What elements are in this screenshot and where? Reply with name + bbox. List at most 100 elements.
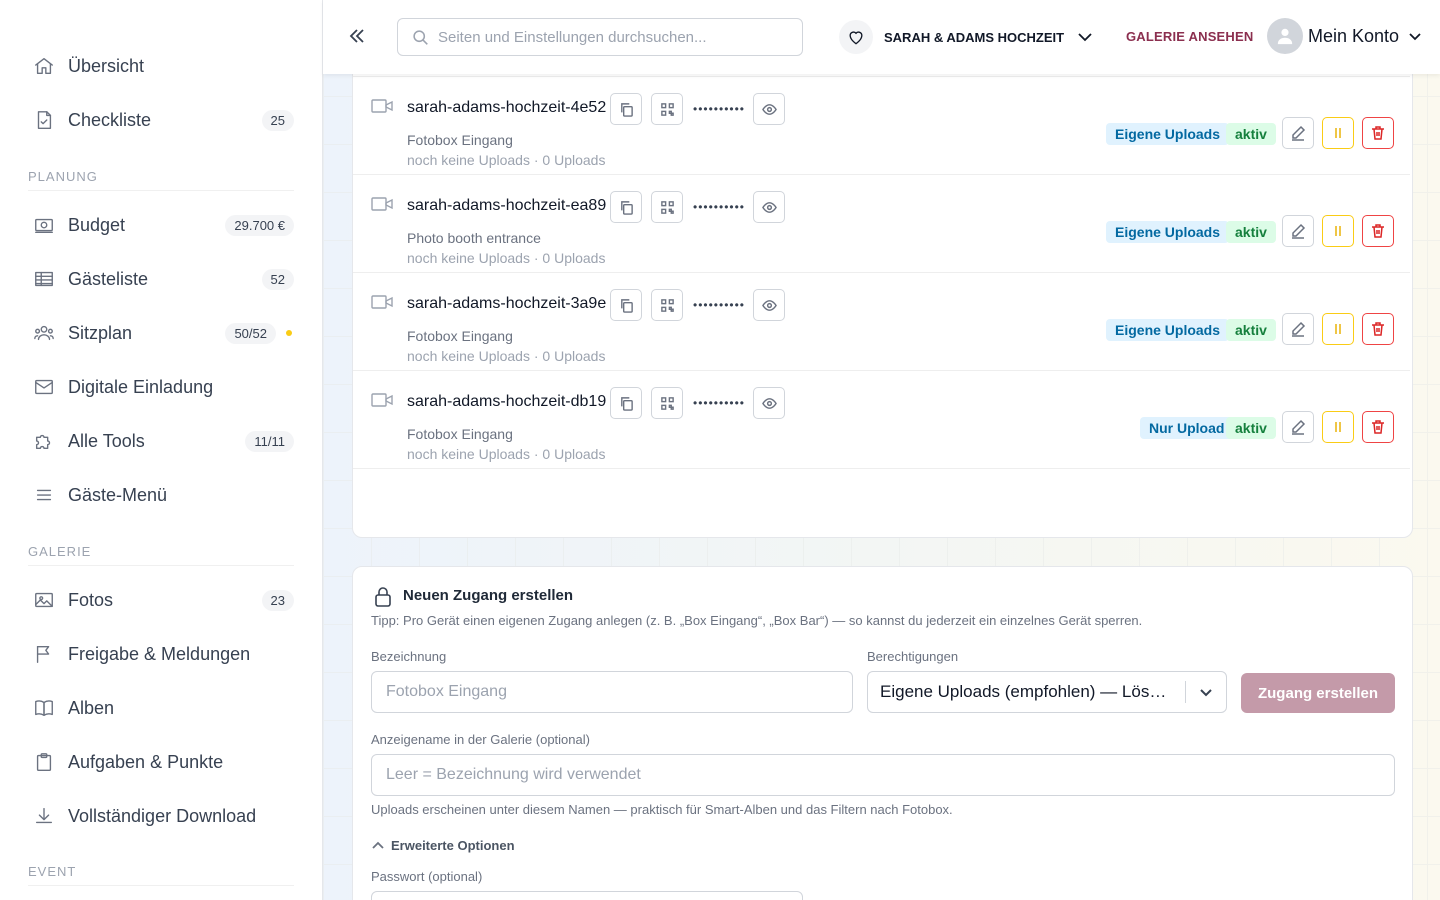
menu-icon [32,483,56,507]
count-badge: 11/11 [245,430,294,452]
sidebar-item-gaeste-menue[interactable]: Gäste-Menü [28,475,294,515]
budget-icon [32,213,56,237]
count-badge: 52 [261,268,294,290]
sidebar-item-label: Checkliste [68,109,152,130]
search-input[interactable] [438,28,778,46]
sidebar-item-aufgaben-punkte[interactable]: Aufgaben & Punkte [28,742,294,782]
delete-button[interactable] [1362,117,1394,149]
edit-button[interactable] [1282,117,1314,149]
section-heading-planung: PLANUNG [28,169,294,191]
edit-button[interactable] [1282,215,1314,247]
video-camera-icon [371,97,393,115]
password-masked: •••••••••• [693,396,746,410]
video-camera-icon [371,195,393,213]
event-selector[interactable]: SARAH & ADAMS HOCHZEIT [839,20,1094,54]
sidebar-item-uebersicht[interactable]: Übersicht [28,46,294,86]
collapse-sidebar-icon[interactable] [345,24,369,48]
pause-icon [1335,324,1341,334]
status-badge: aktiv [1226,221,1276,243]
copy-button[interactable] [610,387,642,419]
heart-icon [839,20,873,54]
access-display-name: Fotobox Eingang [407,132,513,148]
show-password-button[interactable] [753,289,785,321]
access-slug: sarah-adams-hochzeit-3a9e [407,295,607,312]
search-box[interactable] [397,18,803,56]
sidebar-item-vollstaendiger-download[interactable]: Vollständiger Download [28,796,294,836]
chevron-down-icon [1409,33,1421,41]
chevron-up-icon [372,841,384,849]
sidebar-item-sitzplan[interactable]: Sitzplan 50/52 [28,313,294,353]
permissions-select[interactable]: Eigene Uploads (empfohlen) — Löschen eig… [867,671,1227,713]
access-list: sarah-adams-hochzeit-ab03••••••••••Photo… [352,40,1413,538]
advanced-options-toggle[interactable]: Erweiterte Optionen [371,838,515,853]
password-label: Passwort (optional) [371,869,483,884]
sidebar-item-label: Gästeliste [68,268,149,289]
access-slug: sarah-adams-hochzeit-ea89 [407,197,607,214]
show-password-button[interactable] [753,387,785,419]
pause-button[interactable] [1322,313,1354,345]
advanced-options-label: Erweiterte Optionen [391,838,515,853]
sidebar-item-label: Gäste-Menü [68,484,168,505]
permissions-label: Berechtigungen [867,649,959,664]
qr-code-icon [660,298,674,312]
sidebar-item-checkliste[interactable]: Checkliste 25 [28,100,294,140]
qr-code-icon [660,102,674,116]
qr-code-button[interactable] [651,191,683,223]
sidebar-item-alle-tools[interactable]: Alle Tools 11/11 [28,421,294,461]
delete-button[interactable] [1362,411,1394,443]
avatar [1267,18,1303,54]
password-input[interactable] [371,891,803,900]
pause-button[interactable] [1322,215,1354,247]
home-icon [32,54,56,78]
show-password-button[interactable] [753,93,785,125]
sidebar-item-alben[interactable]: Alben [28,688,294,728]
download-icon [32,804,56,828]
sidebar-item-budget[interactable]: Budget 29.700 € [28,205,294,245]
search-icon [413,29,428,45]
delete-button[interactable] [1362,215,1394,247]
name-input[interactable] [371,671,853,713]
access-display-name: Fotobox Eingang [407,328,513,344]
qr-code-button[interactable] [651,93,683,125]
edit-button[interactable] [1282,411,1314,443]
sidebar-item-digitale-einladung[interactable]: Digitale Einladung [28,367,294,407]
account-menu[interactable]: Mein Konto [1267,18,1423,54]
copy-button[interactable] [610,191,642,223]
count-badge: 29.700 € [225,214,294,236]
status-badge: aktiv [1226,123,1276,145]
password-masked: •••••••••• [693,102,746,116]
clipboard-icon [32,750,56,774]
select-separator [1185,681,1186,703]
form-tip: Tipp: Pro Gerät einen eigenen Zugang anl… [371,613,1143,628]
sidebar-item-freigabe-meldungen[interactable]: Freigabe & Meldungen [28,634,294,674]
access-display-name: Fotobox Eingang [407,426,513,442]
pause-button[interactable] [1322,411,1354,443]
name-label: Bezeichnung [371,649,447,664]
sidebar-item-label: Digitale Einladung [68,376,214,397]
sidebar-item-fotos[interactable]: Fotos 23 [28,580,294,620]
count-badge: 50/52 [225,322,276,344]
sidebar-item-gaesteliste[interactable]: Gästeliste 52 [28,259,294,299]
copy-button[interactable] [610,289,642,321]
qr-code-button[interactable] [651,387,683,419]
table-icon [32,267,56,291]
trash-icon [1372,322,1384,336]
access-upload-meta: noch keine Uploads · 0 Uploads [407,446,606,462]
users-icon [32,321,56,345]
flag-icon [32,642,56,666]
password-masked: •••••••••• [693,298,746,312]
view-gallery-link[interactable]: GALERIE ANSEHEN [1126,29,1253,44]
show-password-button[interactable] [753,191,785,223]
create-access-button[interactable]: Zugang erstellen [1241,673,1395,713]
sidebar-item-label: Fotos [68,589,114,610]
delete-button[interactable] [1362,313,1394,345]
display-name-input[interactable] [371,754,1395,796]
edit-button[interactable] [1282,313,1314,345]
create-access-form: Neuen Zugang erstellen Tipp: Pro Gerät e… [352,566,1413,900]
copy-button[interactable] [610,93,642,125]
display-name-hint: Uploads erscheinen unter diesem Namen — … [371,802,953,817]
pause-button[interactable] [1322,117,1354,149]
eye-icon [761,201,777,213]
sidebar-item-label: Übersicht [68,55,145,76]
qr-code-button[interactable] [651,289,683,321]
